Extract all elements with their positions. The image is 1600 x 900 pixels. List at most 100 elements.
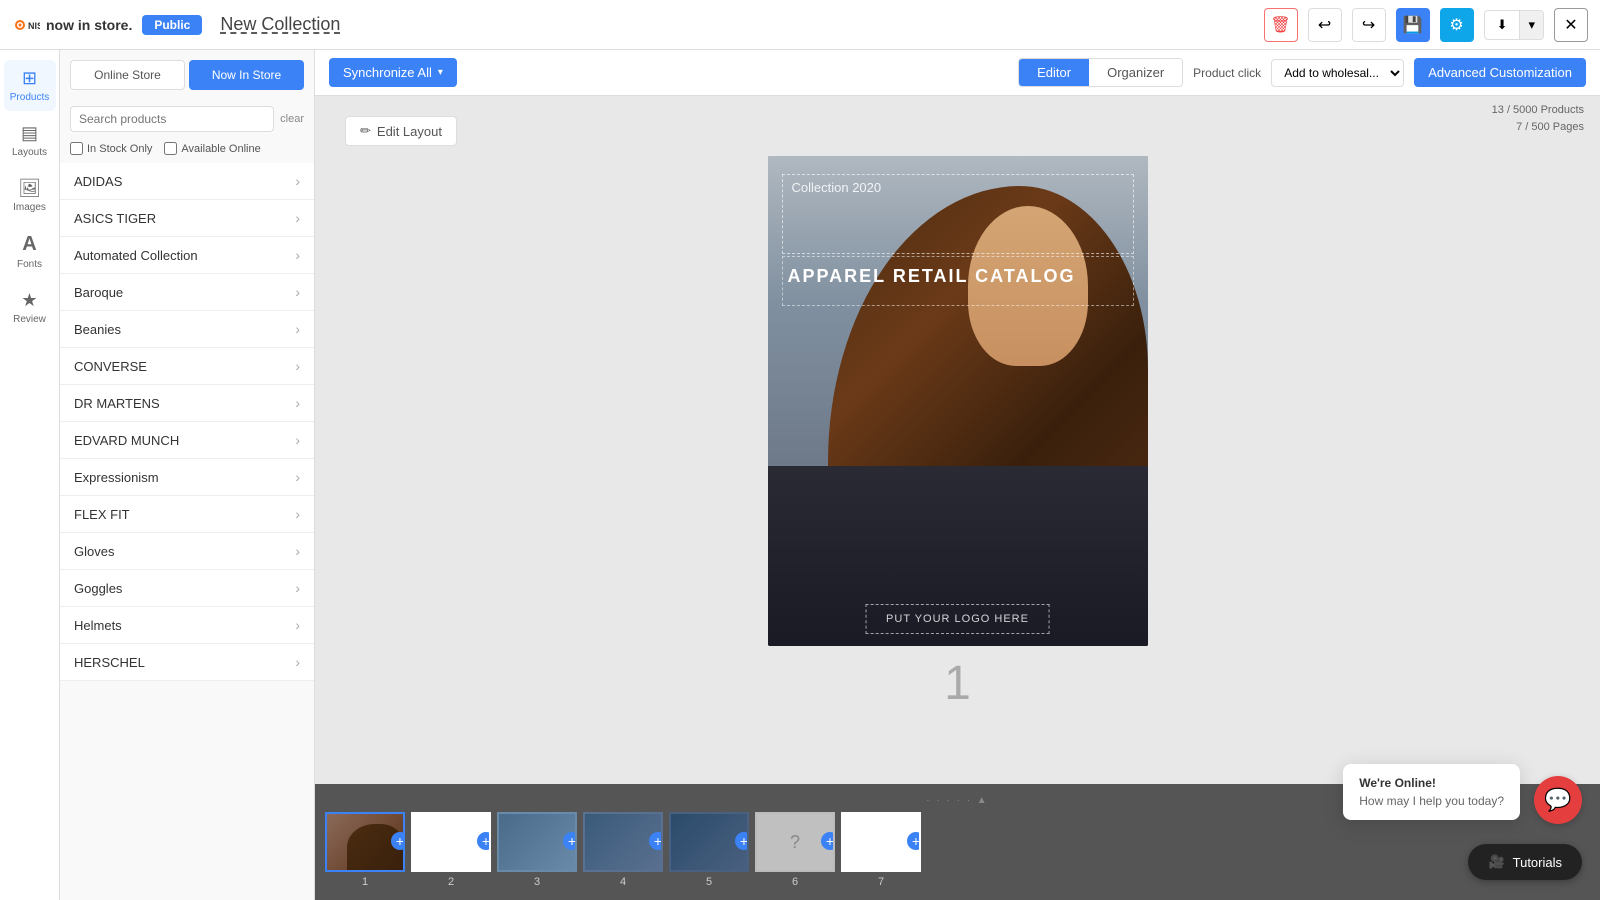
list-item[interactable]: Helmets›: [60, 607, 314, 644]
available-online-label: Available Online: [181, 143, 260, 155]
collection-name: Gloves: [74, 544, 114, 559]
list-item[interactable]: ASICS TIGER›: [60, 200, 314, 237]
search-row: clear: [60, 100, 314, 138]
sidebar-item-products[interactable]: ⊞ Products: [4, 60, 56, 111]
collection-name: Goggles: [74, 581, 122, 596]
list-item[interactable]: DR MARTENS›: [60, 385, 314, 422]
chevron-right-icon: ›: [295, 654, 300, 670]
sidebar-item-review[interactable]: ★ Review: [4, 282, 56, 333]
thumbnail[interactable]: +: [325, 812, 405, 872]
tab-editor[interactable]: Editor: [1019, 59, 1089, 86]
fonts-label: Fonts: [17, 259, 42, 270]
tutorials-button[interactable]: 🎥 Tutorials: [1468, 844, 1582, 880]
in-stock-label: In Stock Only: [87, 143, 152, 155]
add-page-button[interactable]: +: [477, 832, 491, 850]
product-click-label: Product click: [1193, 66, 1261, 80]
add-page-button[interactable]: +: [735, 832, 749, 850]
thumbnail[interactable]: +: [411, 812, 491, 872]
collection-title-top[interactable]: New Collection: [220, 14, 340, 35]
download-arrow[interactable]: ▾: [1519, 11, 1543, 39]
thumbnail[interactable]: +: [497, 812, 577, 872]
tab-organizer[interactable]: Organizer: [1089, 59, 1182, 86]
panel-tabs: Online Store Now In Store: [60, 50, 314, 100]
download-main[interactable]: ⬇: [1485, 11, 1520, 39]
available-online-checkbox[interactable]: [164, 142, 177, 155]
thumbnail[interactable]: +: [669, 812, 749, 872]
clear-button[interactable]: clear: [280, 113, 304, 125]
chevron-right-icon: ›: [295, 543, 300, 559]
list-item[interactable]: CONVERSE›: [60, 348, 314, 385]
redo-button[interactable]: ↪: [1352, 8, 1386, 42]
search-input[interactable]: [70, 106, 274, 132]
video-icon: 🎥: [1488, 854, 1504, 870]
collection-name: ASICS TIGER: [74, 211, 156, 226]
list-item[interactable]: EDVARD MUNCH›: [60, 422, 314, 459]
thumbnail[interactable]: ?+: [755, 812, 835, 872]
undo-button[interactable]: ↩: [1308, 8, 1342, 42]
left-sidebar: ⊞ Products ▤ Layouts 🖼 Images A Fonts ★ …: [0, 50, 60, 900]
collection-list: ADIDAS›ASICS TIGER›Automated Collection›…: [60, 163, 314, 900]
page-thumb-number: 4: [620, 876, 626, 888]
list-item[interactable]: Baroque›: [60, 274, 314, 311]
public-badge[interactable]: Public: [142, 15, 202, 35]
delete-button[interactable]: 🗑: [1264, 8, 1298, 42]
product-click-select[interactable]: Add to wholesal...: [1271, 59, 1404, 87]
advanced-customization-button[interactable]: Advanced Customization: [1414, 58, 1586, 87]
in-stock-checkbox[interactable]: [70, 142, 83, 155]
sidebar-item-images[interactable]: 🖼 Images: [4, 170, 56, 221]
product-panel: Online Store Now In Store clear In Stock…: [60, 50, 315, 900]
sidebar-item-layouts[interactable]: ▤ Layouts: [4, 115, 56, 166]
list-item[interactable]: Gloves ›: [60, 533, 314, 570]
sidebar-item-fonts[interactable]: A Fonts: [4, 225, 56, 278]
thumb-item: 🗑+7: [841, 812, 921, 888]
list-item[interactable]: Automated Collection›: [60, 237, 314, 274]
add-page-button[interactable]: +: [907, 832, 921, 850]
chat-widget: We're Online! How may I help you today?: [1343, 764, 1520, 820]
list-item[interactable]: Beanies›: [60, 311, 314, 348]
list-item[interactable]: Expressionism›: [60, 459, 314, 496]
view-tabs: Editor Organizer: [1018, 58, 1183, 87]
tab-now-in-store[interactable]: Now In Store: [189, 60, 304, 90]
list-item[interactable]: FLEX FIT›: [60, 496, 314, 533]
close-button[interactable]: ✕: [1554, 8, 1588, 42]
chevron-right-icon: ›: [295, 395, 300, 411]
add-page-button[interactable]: +: [649, 832, 663, 850]
list-item[interactable]: HERSCHEL ›: [60, 644, 314, 681]
list-item[interactable]: Goggles›: [60, 570, 314, 607]
sync-button[interactable]: Synchronize All ▾: [329, 58, 457, 87]
thumb-item: 🗑+3: [497, 812, 577, 888]
collection-name: HERSCHEL: [74, 655, 145, 670]
thumb-item: 🗑+1: [325, 812, 405, 888]
add-page-button[interactable]: +: [821, 832, 835, 850]
review-label: Review: [13, 314, 46, 325]
thumbnail[interactable]: +: [583, 812, 663, 872]
thumb-item: 🗑+4: [583, 812, 663, 888]
chat-subtitle: How may I help you today?: [1359, 794, 1504, 808]
list-item[interactable]: ADIDAS›: [60, 163, 314, 200]
logo-placeholder[interactable]: PUT YOUR LOGO HERE: [865, 604, 1050, 634]
thumbnail[interactable]: +: [841, 812, 921, 872]
fonts-icon: A: [22, 233, 36, 256]
chevron-right-icon: ›: [295, 284, 300, 300]
svg-text:NIS: NIS: [28, 21, 40, 31]
edit-layout-label: Edit Layout: [377, 124, 442, 139]
page-thumb-number: 5: [706, 876, 712, 888]
review-icon: ★: [21, 290, 37, 311]
products-icon: ⊞: [22, 68, 37, 89]
add-page-button[interactable]: +: [563, 832, 577, 850]
chevron-right-icon: ›: [295, 358, 300, 374]
add-page-button[interactable]: +: [391, 832, 405, 850]
settings-button[interactable]: ⚙: [1440, 8, 1474, 42]
chat-bubble[interactable]: 💬: [1534, 776, 1582, 824]
save-button[interactable]: 💾: [1396, 8, 1430, 42]
filter-row: In Stock Only Available Online: [60, 138, 314, 163]
in-stock-filter[interactable]: In Stock Only: [70, 142, 152, 155]
layouts-label: Layouts: [12, 147, 47, 158]
page-info: 13 / 5000 Products 7 / 500 Pages: [1492, 102, 1584, 135]
available-online-filter[interactable]: Available Online: [164, 142, 260, 155]
cover-image: Collection 2020 APPAREL RETAIL CATALOG P…: [768, 156, 1148, 646]
tab-online-store[interactable]: Online Store: [70, 60, 185, 90]
sync-label: Synchronize All: [343, 65, 432, 80]
edit-layout-button[interactable]: ✏ Edit Layout: [345, 116, 457, 146]
images-icon: 🖼: [18, 178, 41, 199]
